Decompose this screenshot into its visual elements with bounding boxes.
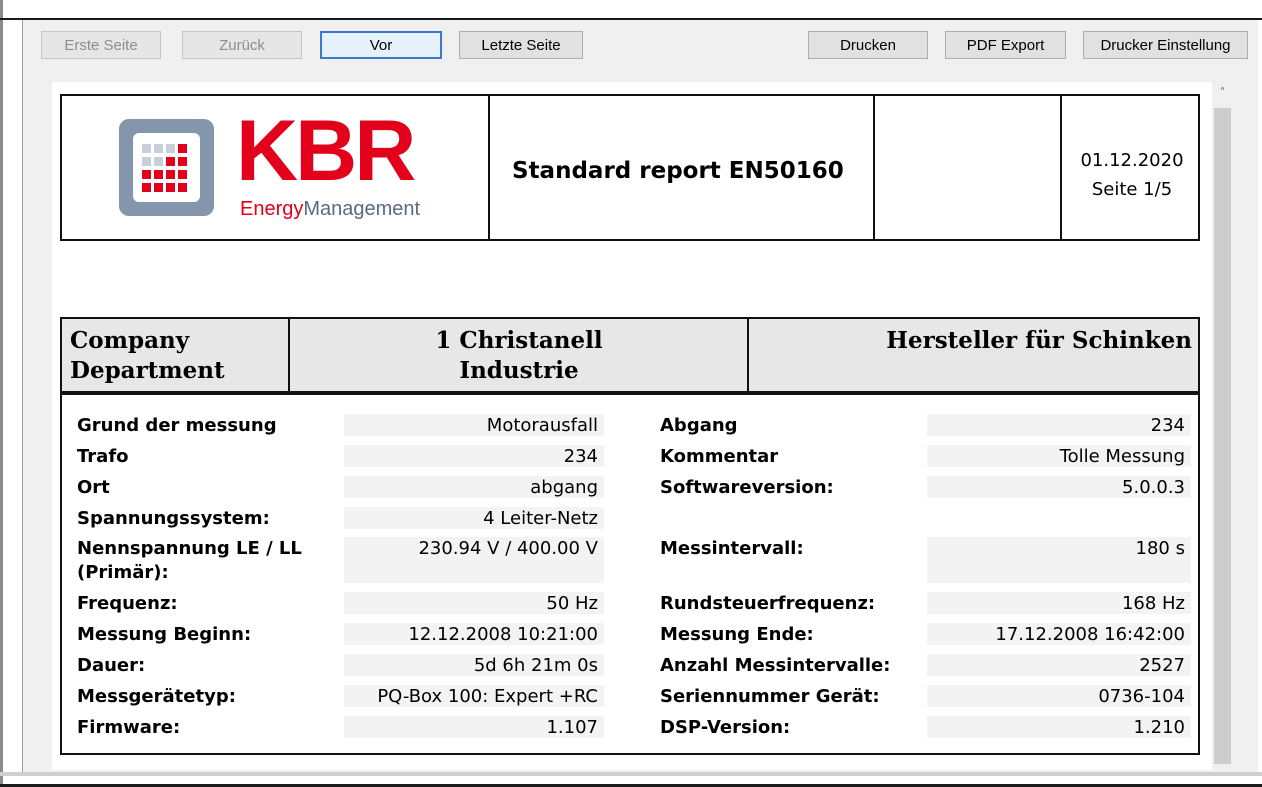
field-label: Anzahl Messintervalle:	[660, 655, 891, 676]
last-page-button[interactable]: Letzte Seite	[459, 31, 583, 59]
vertical-scrollbar[interactable]: ˄	[1213, 82, 1232, 770]
company-section: Company Department 1 Christanell Industr…	[60, 317, 1200, 395]
department-name: Hersteller für Schinken	[886, 327, 1192, 354]
field-value: Tolle Messung	[1059, 446, 1185, 467]
print-button[interactable]: Drucken	[808, 31, 928, 59]
field-value: 50 Hz	[546, 593, 598, 614]
field-value: 5d 6h 21m 0s	[473, 655, 598, 676]
first-page-button[interactable]: Erste Seite	[41, 31, 161, 59]
field-value: abgang	[530, 477, 598, 498]
field-value: 180 s	[1135, 538, 1185, 559]
field-label: Messgerätetyp:	[77, 686, 236, 707]
field-value: 230.94 V / 400.00 V	[418, 538, 598, 559]
report-date-page: 01.12.2020 Seite 1/5	[1062, 146, 1202, 204]
field-value: 1.107	[546, 717, 598, 738]
field-label: DSP-Version:	[660, 717, 791, 738]
pdf-export-button[interactable]: PDF Export	[945, 31, 1066, 59]
measurement-details: Grund der messung Motorausfall Trafo 234…	[60, 395, 1200, 755]
field-label: Nennspannung LE / LL (Primär):	[77, 538, 302, 583]
field-label: Messung Beginn:	[77, 624, 252, 645]
field-label: Grund der messung	[77, 415, 277, 436]
chevron-up-icon[interactable]: ˄	[1213, 82, 1232, 104]
kbr-logo-tagline: EnergyManagement	[240, 198, 421, 220]
back-button[interactable]: Zurück	[182, 31, 302, 59]
field-label: Dauer:	[77, 655, 146, 676]
window-edge-left	[0, 0, 3, 787]
field-label: Abgang	[660, 415, 738, 436]
field-label: Kommentar	[660, 446, 779, 467]
report-page-number: Seite 1/5	[1091, 179, 1173, 200]
field-value: 4 Leiter-Netz	[483, 508, 598, 529]
field-value: 0736-104	[1098, 686, 1185, 707]
field-label: Messung Ende:	[660, 624, 814, 645]
field-label: Ort	[77, 477, 110, 498]
header-divider	[873, 96, 875, 239]
field-label: Rundsteuerfrequenz:	[660, 593, 876, 614]
field-value: 234	[1150, 415, 1185, 436]
field-value: 234	[563, 446, 598, 467]
field-value: 1.210	[1133, 717, 1185, 738]
company-divider	[747, 319, 749, 393]
field-value: 17.12.2008 16:42:00	[995, 624, 1185, 645]
kbr-logo-icon	[119, 119, 214, 216]
next-button[interactable]: Vor	[320, 31, 442, 59]
field-label: Frequenz:	[77, 593, 178, 614]
field-label: Seriennummer Gerät:	[660, 686, 880, 707]
company-name: 1 Christanell Industrie	[435, 327, 603, 384]
company-labels: Company Department	[70, 327, 225, 384]
field-value: 12.12.2008 10:21:00	[408, 624, 598, 645]
report-title: Standard report EN50160	[512, 158, 844, 184]
field-value: 168 Hz	[1121, 593, 1185, 614]
report-header: KBR EnergyManagement Standard report EN5…	[60, 94, 1200, 241]
window-bottom-bar	[0, 772, 1262, 776]
report-date: 01.12.2020	[1080, 150, 1184, 171]
field-value: Motorausfall	[486, 415, 598, 436]
scrollbar-thumb[interactable]	[1214, 108, 1231, 764]
field-value: 2527	[1139, 655, 1185, 676]
field-label: Messintervall:	[660, 538, 804, 559]
field-label: Trafo	[77, 446, 129, 467]
field-label: Softwareversion:	[660, 477, 834, 498]
kbr-logo-text: KBR	[236, 103, 416, 199]
header-divider	[488, 96, 490, 239]
field-value: 5.0.0.3	[1122, 477, 1185, 498]
field-label: Firmware:	[77, 717, 181, 738]
field-label: Spannungssystem:	[77, 508, 270, 529]
printer-settings-button[interactable]: Drucker Einstellung	[1083, 31, 1248, 59]
field-value: PQ-Box 100: Expert +RC	[377, 686, 598, 707]
